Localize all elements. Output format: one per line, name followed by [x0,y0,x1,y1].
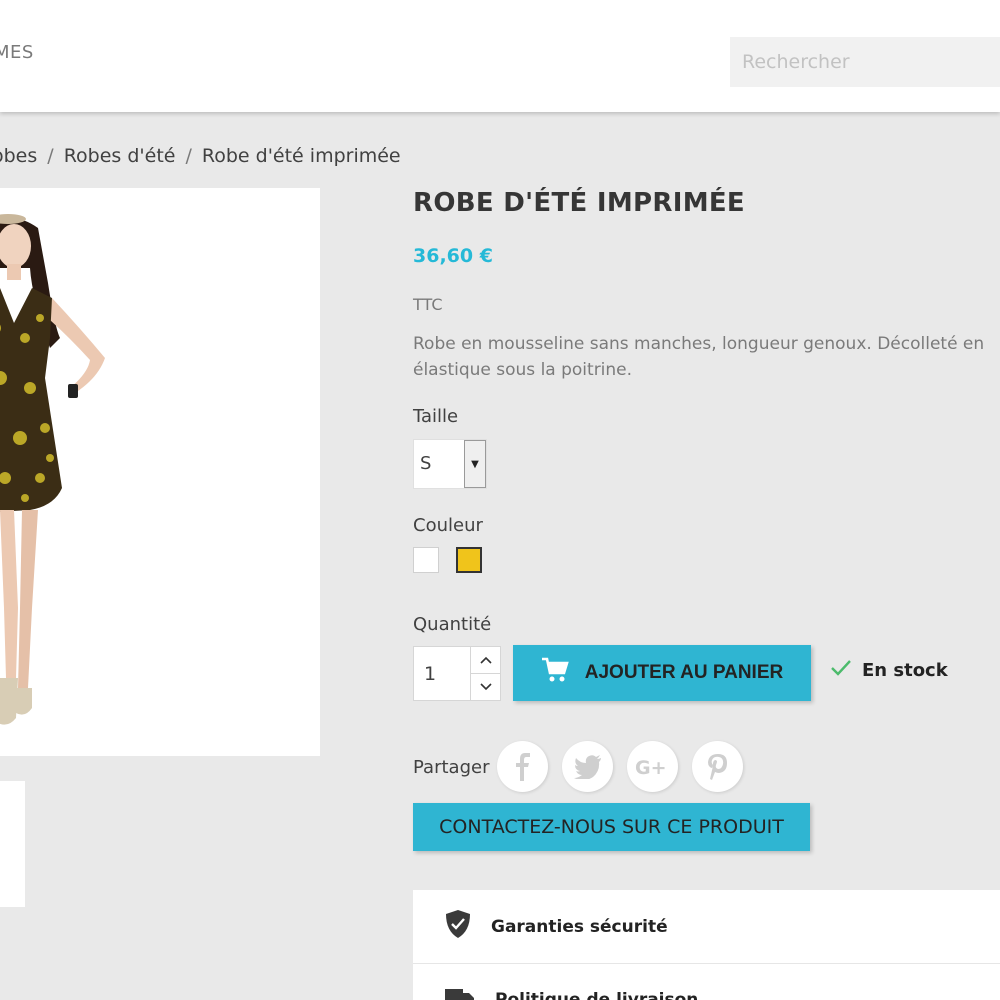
dress-model-photo [0,214,105,725]
breadcrumb-item-robes-ete[interactable]: Robes d'été [64,145,176,167]
product-description: Robe en mousseline sans manches, longueu… [413,334,985,380]
product-title: ROBE D'ÉTÉ IMPRIMÉE [413,188,745,218]
color-swatch-yellow[interactable] [456,547,482,573]
nav-menu-item[interactable]: MES [0,42,34,63]
contact-us-button[interactable]: CONTACTEZ-NOUS SUR CE PRODUIT [413,803,810,851]
reassurance-label: Garanties sécurité [491,916,668,937]
product-main-image[interactable] [0,188,320,756]
pinterest-icon[interactable] [692,741,743,792]
chevron-down-icon[interactable]: ▼ [464,440,486,488]
color-swatch-white[interactable] [413,547,439,573]
size-value: S [420,453,432,474]
google-plus-icon[interactable]: G+ [627,741,678,792]
shield-icon [445,909,471,944]
quantity-increase-icon[interactable] [470,647,500,674]
breadcrumb-item-current: Robe d'été imprimée [201,145,401,167]
color-label: Couleur [413,515,483,536]
add-to-cart-label: AJOUTER AU PANIER [584,662,784,683]
quantity-decrease-icon[interactable] [470,673,500,700]
search-input[interactable] [730,37,1000,87]
quantity-value[interactable]: 1 [424,663,436,685]
reassurance-item-security: Garanties sécurité [413,890,1000,963]
reassurance-label: Politique de livraison [495,990,699,1000]
breadcrumb: obes / Robes d'été / Robe d'été imprimée [0,145,401,167]
quantity-label: Quantité [413,614,492,635]
product-price: 36,60 € [413,245,493,267]
breadcrumb-item-robes[interactable]: obes [0,145,37,167]
add-to-cart-button[interactable]: AJOUTER AU PANIER [513,645,811,701]
tax-label: TTC [413,295,443,314]
breadcrumb-separator: / [185,145,192,167]
cart-icon [541,657,569,689]
facebook-icon[interactable] [497,741,548,792]
truck-icon [445,987,475,1000]
site-header: MES [0,0,1000,112]
size-select[interactable]: S ▼ [413,439,487,489]
stock-label: En stock [862,660,948,681]
product-thumbnail[interactable] [0,781,25,907]
size-label: Taille [413,406,459,427]
svg-text:G+: G+ [635,757,667,778]
breadcrumb-separator: / [47,145,54,167]
reassurance-item-shipping: Politique de livraison [413,963,1000,1000]
check-icon [830,659,852,682]
share-label: Partager [413,757,490,778]
stock-status: En stock [830,659,948,682]
twitter-icon[interactable] [562,741,613,792]
quantity-stepper[interactable]: 1 [413,646,501,701]
reassurance-block: Garanties sécurité Politique de livraiso… [413,890,1000,1000]
